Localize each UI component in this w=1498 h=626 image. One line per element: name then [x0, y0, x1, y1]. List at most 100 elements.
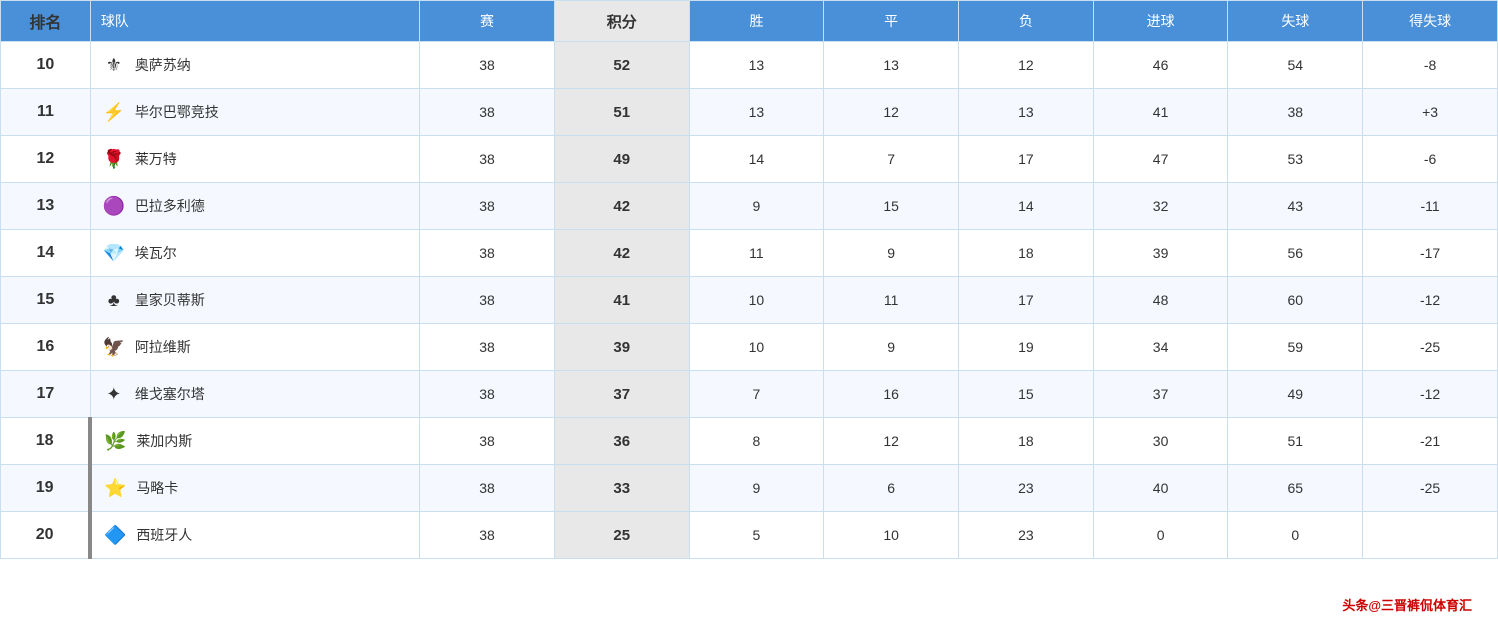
table-row: 13🟣巴拉多利德3842915143243-11 [1, 183, 1498, 230]
team-cell: 🟣 巴拉多利德 [90, 183, 419, 230]
losses-cell: 15 [959, 371, 1094, 418]
played-cell: 38 [420, 418, 555, 465]
team-name-wrapper: 🌿莱加内斯 [102, 428, 415, 454]
table-header-row: 排名球队赛积分胜平负进球失球得失球 [1, 1, 1498, 42]
rank-cell: 16 [1, 324, 91, 371]
team-cell: 🦅 阿拉维斯 [90, 324, 419, 371]
team-icon: ⚡ [101, 99, 127, 125]
header-cell-5: 平 [824, 1, 959, 42]
rank-cell: 19 [1, 465, 91, 512]
team-cell: 🔷西班牙人 [90, 512, 419, 559]
rank-cell: 17 [1, 371, 91, 418]
header-cell-8: 失球 [1228, 1, 1363, 42]
points-cell: 39 [554, 324, 689, 371]
table-row: 10⚜奥萨苏纳38521313124654-8 [1, 42, 1498, 89]
draws-cell: 9 [824, 324, 959, 371]
table-row: 12🌹莱万特3849147174753-6 [1, 136, 1498, 183]
team-name: 维戈塞尔塔 [135, 384, 205, 404]
losses-cell: 17 [959, 277, 1094, 324]
goal-diff-cell: -12 [1363, 277, 1498, 324]
draws-cell: 7 [824, 136, 959, 183]
team-name: 巴拉多利德 [135, 196, 205, 216]
wins-cell: 9 [689, 183, 824, 230]
team-name-wrapper: 🌹 莱万特 [101, 146, 415, 172]
goals-for-cell: 0 [1093, 512, 1228, 559]
header-cell-0: 排名 [1, 1, 91, 42]
points-cell: 33 [554, 465, 689, 512]
goals-against-cell: 49 [1228, 371, 1363, 418]
played-cell: 38 [420, 230, 555, 277]
header-cell-2: 赛 [420, 1, 555, 42]
goals-for-cell: 37 [1093, 371, 1228, 418]
goals-for-cell: 30 [1093, 418, 1228, 465]
wins-cell: 13 [689, 89, 824, 136]
header-cell-9: 得失球 [1363, 1, 1498, 42]
team-name: 莱加内斯 [136, 431, 192, 451]
header-cell-3: 积分 [554, 1, 689, 42]
losses-cell: 13 [959, 89, 1094, 136]
wins-cell: 14 [689, 136, 824, 183]
wins-cell: 5 [689, 512, 824, 559]
goals-for-cell: 47 [1093, 136, 1228, 183]
goal-diff-cell: -8 [1363, 42, 1498, 89]
team-icon: 🟣 [101, 193, 127, 219]
goal-diff-cell: -11 [1363, 183, 1498, 230]
table-row: 15♣皇家贝蒂斯38411011174860-12 [1, 277, 1498, 324]
team-cell: ♣ 皇家贝蒂斯 [90, 277, 419, 324]
losses-cell: 23 [959, 512, 1094, 559]
goals-against-cell: 38 [1228, 89, 1363, 136]
team-cell: ✦ 维戈塞尔塔 [90, 371, 419, 418]
team-name: 皇家贝蒂斯 [135, 290, 205, 310]
played-cell: 38 [420, 136, 555, 183]
losses-cell: 18 [959, 418, 1094, 465]
team-icon: ⚜ [101, 52, 127, 78]
wins-cell: 10 [689, 277, 824, 324]
team-name-wrapper: ⚜奥萨苏纳 [101, 52, 415, 78]
wins-cell: 7 [689, 371, 824, 418]
team-name: 莱万特 [135, 149, 177, 169]
rank-cell: 11 [1, 89, 91, 136]
table-row: 16🦅阿拉维斯3839109193459-25 [1, 324, 1498, 371]
goals-for-cell: 34 [1093, 324, 1228, 371]
goals-against-cell: 53 [1228, 136, 1363, 183]
header-cell-4: 胜 [689, 1, 824, 42]
goal-diff-cell: -21 [1363, 418, 1498, 465]
goals-for-cell: 39 [1093, 230, 1228, 277]
played-cell: 38 [420, 42, 555, 89]
wins-cell: 13 [689, 42, 824, 89]
losses-cell: 23 [959, 465, 1094, 512]
standings-table: 排名球队赛积分胜平负进球失球得失球 10⚜奥萨苏纳38521313124654-… [0, 0, 1498, 559]
rank-cell: 12 [1, 136, 91, 183]
team-name-wrapper: 🟣 巴拉多利德 [101, 193, 415, 219]
goal-diff-cell: +3 [1363, 89, 1498, 136]
rank-cell: 10 [1, 42, 91, 89]
points-cell: 36 [554, 418, 689, 465]
losses-cell: 17 [959, 136, 1094, 183]
goals-against-cell: 56 [1228, 230, 1363, 277]
goals-against-cell: 54 [1228, 42, 1363, 89]
team-icon: 🦅 [101, 334, 127, 360]
played-cell: 38 [420, 183, 555, 230]
goals-against-cell: 51 [1228, 418, 1363, 465]
goal-diff-cell: -17 [1363, 230, 1498, 277]
team-name-wrapper: ♣ 皇家贝蒂斯 [101, 287, 415, 313]
table-row: 14💎埃瓦尔3842119183956-17 [1, 230, 1498, 277]
goals-for-cell: 40 [1093, 465, 1228, 512]
wins-cell: 8 [689, 418, 824, 465]
goal-diff-cell: -25 [1363, 324, 1498, 371]
draws-cell: 12 [824, 418, 959, 465]
draws-cell: 12 [824, 89, 959, 136]
team-icon: 🌹 [101, 146, 127, 172]
losses-cell: 12 [959, 42, 1094, 89]
goals-for-cell: 46 [1093, 42, 1228, 89]
played-cell: 38 [420, 324, 555, 371]
team-name-wrapper: ⚡毕尔巴鄂竞技 [101, 99, 415, 125]
points-cell: 52 [554, 42, 689, 89]
team-name: 阿拉维斯 [135, 337, 191, 357]
header-cell-7: 进球 [1093, 1, 1228, 42]
goal-diff-cell: -12 [1363, 371, 1498, 418]
team-icon: ♣ [101, 287, 127, 313]
header-cell-6: 负 [959, 1, 1094, 42]
team-icon: ✦ [101, 381, 127, 407]
losses-cell: 14 [959, 183, 1094, 230]
